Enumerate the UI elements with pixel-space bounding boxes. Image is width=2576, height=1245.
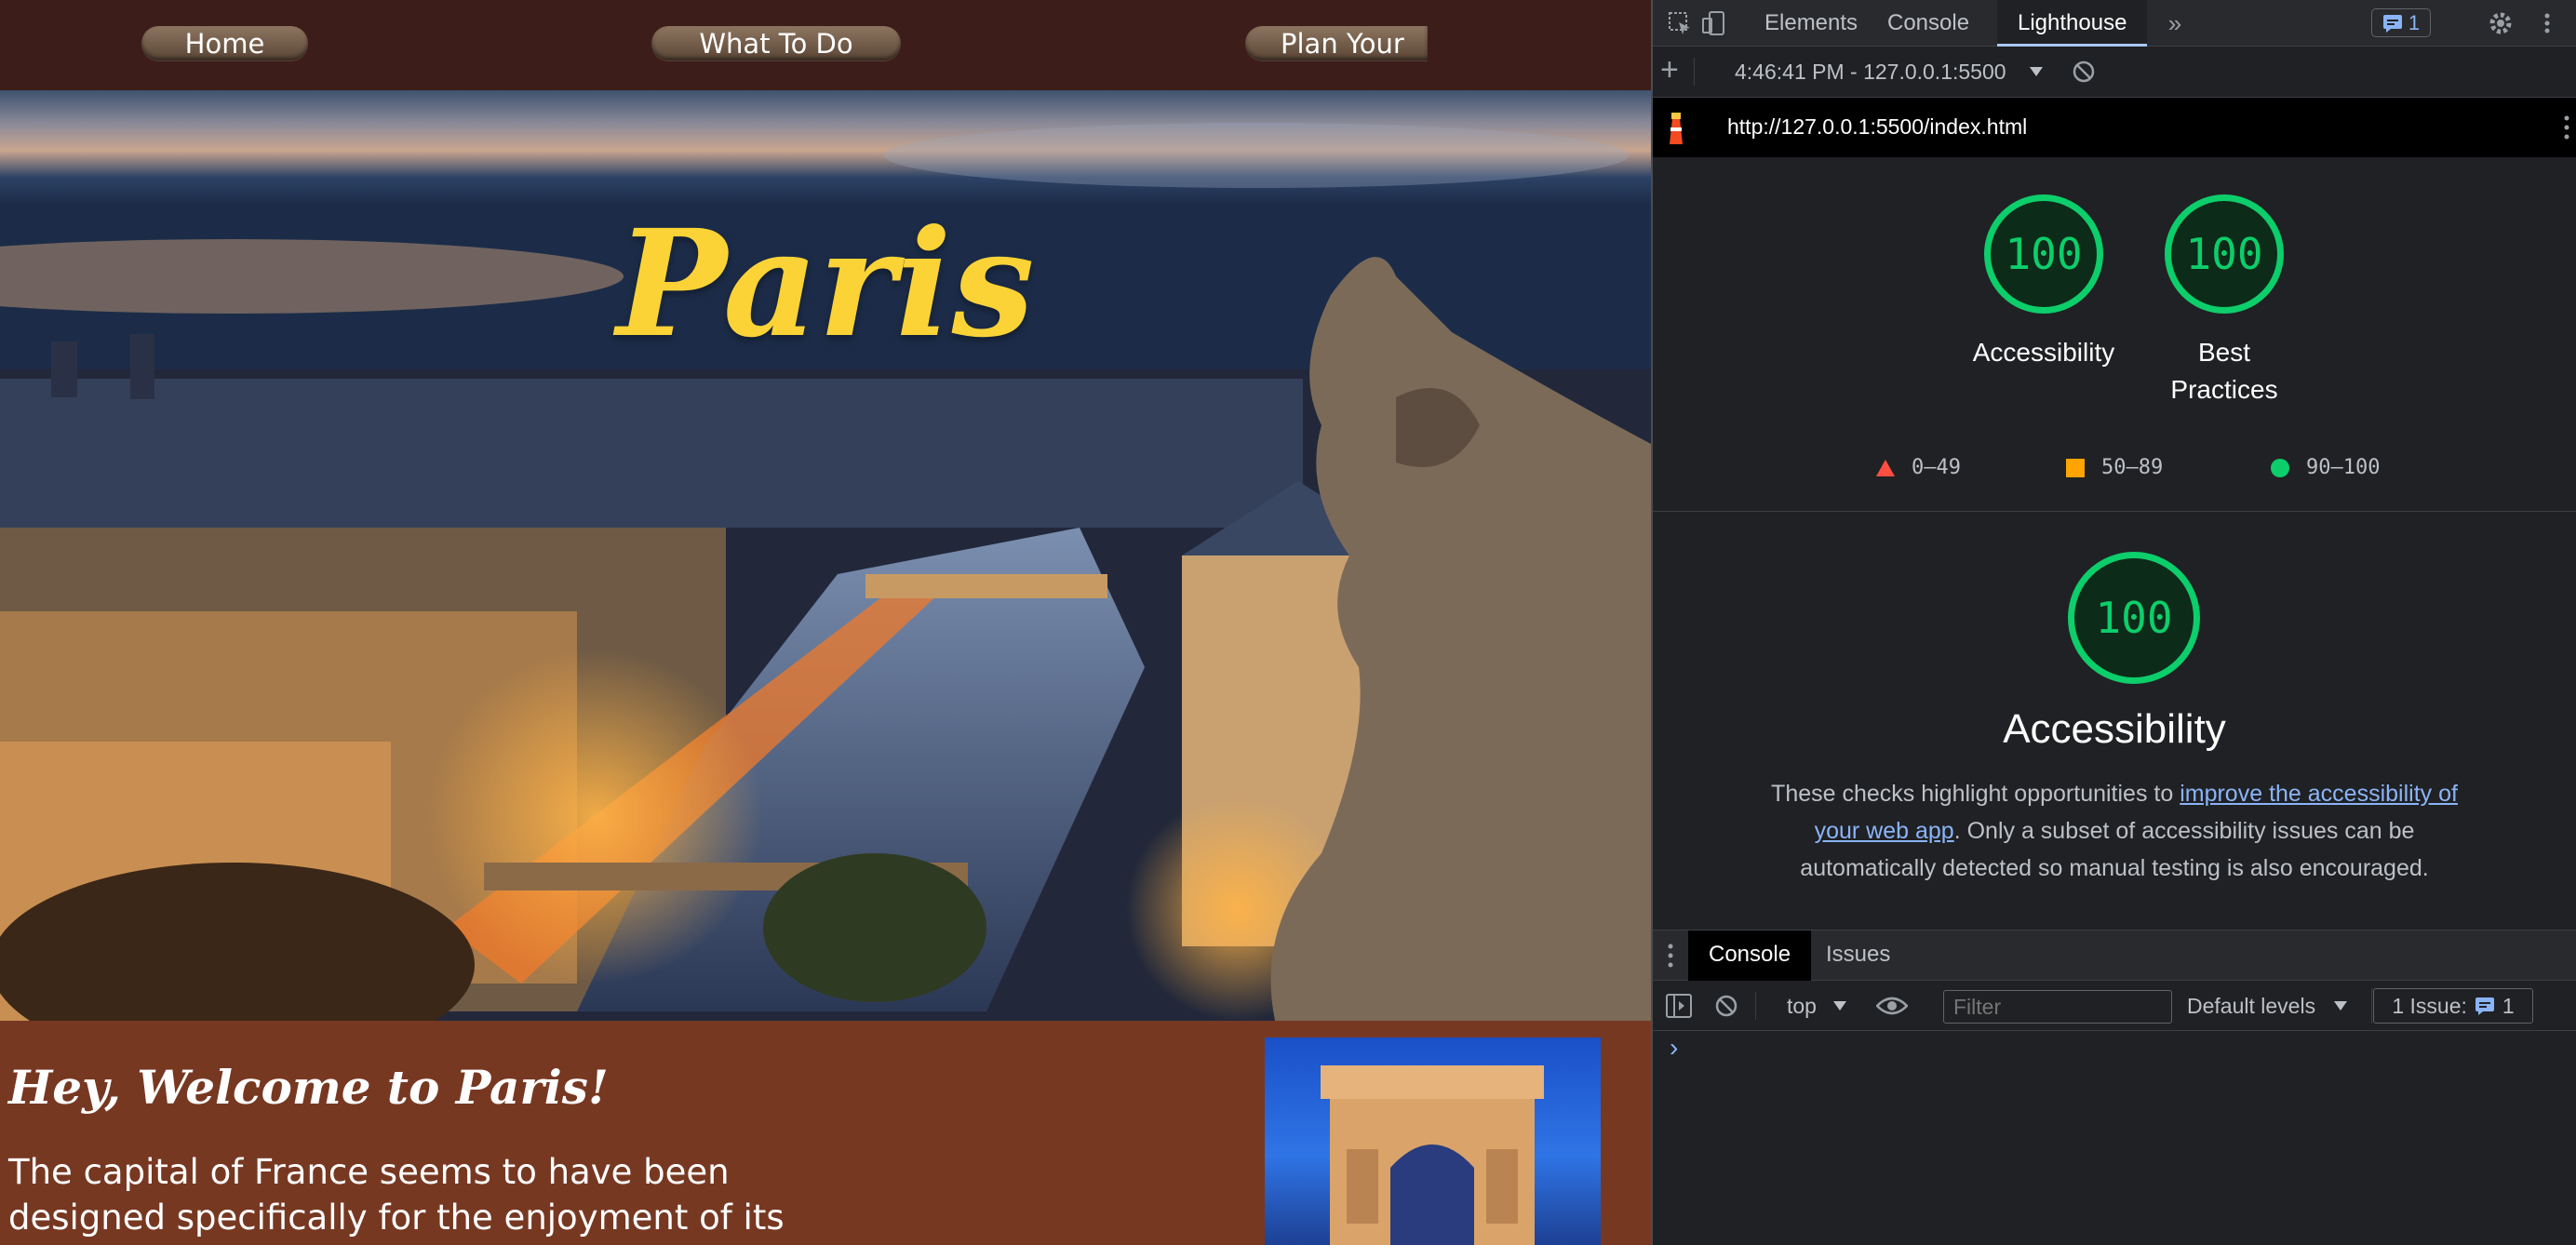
console-output[interactable]: › [1653, 1031, 2576, 1245]
console-filter-input[interactable] [1943, 990, 2172, 1024]
issues-count: 1 [2408, 10, 2421, 34]
message-icon [2475, 997, 2494, 1015]
context-dropdown-icon[interactable] [1833, 1001, 1846, 1011]
site-nav: Home What To Do Plan Your [0, 0, 1651, 90]
url-menu-icon[interactable] [2561, 113, 2572, 142]
score-label: Accessibility [1972, 338, 2115, 367]
legend-label: 0–49 [1912, 456, 1961, 479]
lighthouse-logo-icon [1670, 113, 1683, 144]
report-url[interactable]: http://127.0.0.1:5500/index.html [1727, 114, 2027, 140]
settings-gear-icon[interactable] [2487, 9, 2515, 37]
kebab-menu-icon[interactable] [2533, 9, 2561, 37]
hero-image: Paris [0, 90, 1651, 1021]
inspect-element-icon[interactable] [1666, 9, 1694, 37]
levels-dropdown-icon[interactable] [2334, 1001, 2347, 1011]
report-selector[interactable]: 4:46:41 PM - 127.0.0.1:5500 [1735, 60, 2006, 85]
lighthouse-report: 100 Accessibility 100 Best Practices 0–4… [1653, 157, 2576, 930]
score-value: 100 [1984, 194, 2103, 314]
context-selector[interactable]: top [1787, 994, 1817, 1019]
fail-triangle-icon [1876, 459, 1895, 476]
tab-elements[interactable]: Elements [1744, 0, 1878, 47]
website-viewport: Home What To Do Plan Your Paris Hey, Wel… [0, 0, 1651, 1245]
welcome-heading: Hey, Welcome to Paris! [8, 1060, 609, 1115]
drawer-tab-issues[interactable]: Issues [1805, 930, 1911, 981]
clear-console-icon[interactable] [1714, 994, 1738, 1018]
average-square-icon [2066, 458, 2085, 477]
drawer-tab-console[interactable]: Console [1688, 930, 1812, 981]
legend-pass: 90–100 [2271, 456, 2380, 479]
new-report-icon[interactable]: + [1660, 52, 1679, 88]
sidebar-toggle-icon[interactable] [1666, 994, 1692, 1018]
issues-count: 1 [2502, 993, 2515, 1018]
report-divider [1653, 511, 2576, 512]
drawer-menu-icon[interactable] [1666, 943, 1675, 969]
welcome-paragraph: The capital of France seems to have been… [8, 1152, 785, 1238]
message-icon [2382, 14, 2402, 33]
drawer-tab-bar: Console Issues [1653, 930, 2576, 981]
lighthouse-toolbar: + 4:46:41 PM - 127.0.0.1:5500 [1653, 47, 2576, 98]
console-toolbar: top Default levels 1 Issue: 1 [1653, 981, 2576, 1031]
legend-fail: 0–49 [1876, 456, 1961, 479]
legend-average: 50–89 [2066, 456, 2163, 479]
nav-what-to-do-button[interactable]: What To Do [651, 26, 901, 60]
arc-de-triomphe-image [1265, 1038, 1601, 1245]
category-title: Accessibility [2003, 706, 2226, 752]
report-url-bar: http://127.0.0.1:5500/index.html [1653, 98, 2576, 157]
console-prompt: › [1670, 1033, 1679, 1062]
devtools-panel: Elements Console Lighthouse » 1 + 4:46:4… [1653, 0, 2576, 1245]
device-toolbar-icon[interactable] [1699, 9, 1727, 37]
nav-plan-your-button[interactable]: Plan Your [1245, 26, 1428, 60]
score-value: 100 [2165, 194, 2284, 314]
tab-lighthouse[interactable]: Lighthouse [1997, 0, 2148, 47]
dropdown-arrow-icon[interactable] [2030, 67, 2043, 76]
issues-badge[interactable]: 1 [2371, 8, 2431, 37]
welcome-section: Hey, Welcome to Paris! The capital of Fr… [0, 1021, 1651, 1245]
nav-home-button[interactable]: Home [141, 26, 308, 60]
clear-reports-icon[interactable] [2072, 60, 2096, 84]
console-issues-button[interactable]: 1 Issue: 1 [2373, 988, 2533, 1024]
pass-circle-icon [2271, 458, 2289, 477]
category-description: These checks highlight opportunities to … [1771, 781, 2458, 881]
log-levels-dropdown[interactable]: Default levels [2187, 994, 2315, 1019]
devtools-tab-bar: Elements Console Lighthouse » 1 [1653, 0, 2576, 47]
live-expression-eye-icon[interactable] [1876, 994, 1908, 1018]
legend-label: 90–100 [2306, 456, 2381, 479]
arc-de-triomphe-illustration [1321, 1065, 1544, 1245]
tab-console[interactable]: Console [1867, 0, 1990, 47]
legend-label: 50–89 [2101, 456, 2164, 479]
score-label: Best Practices [2170, 338, 2278, 404]
issues-label: 1 Issue: [2392, 993, 2467, 1018]
more-tabs-icon[interactable]: » [2161, 9, 2189, 37]
hero-title: Paris [616, 198, 1035, 370]
category-score-value: 100 [2068, 552, 2200, 684]
